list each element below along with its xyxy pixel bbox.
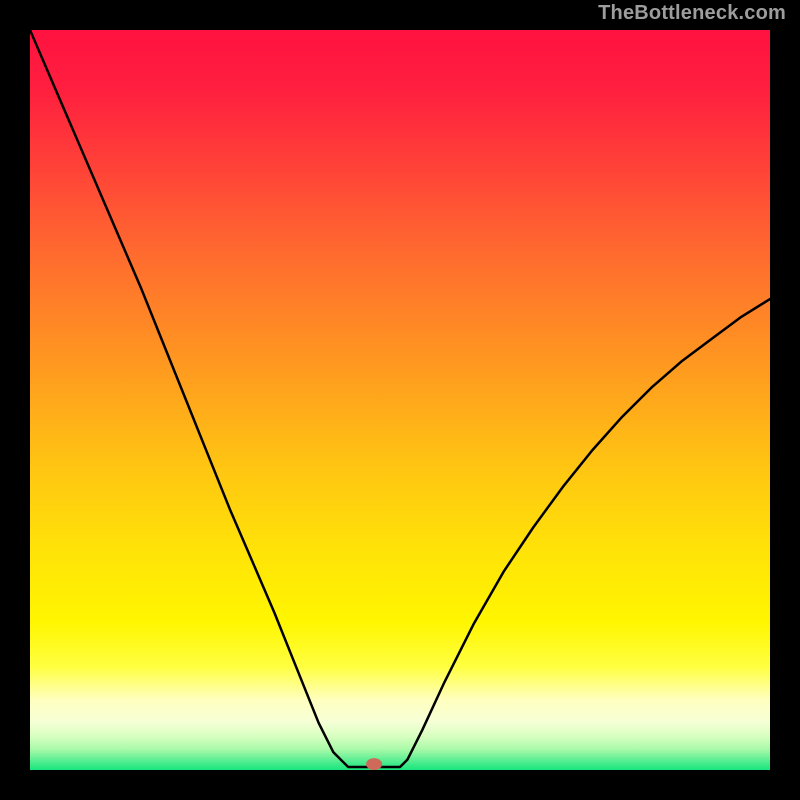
plot-area xyxy=(30,30,770,770)
plot-svg xyxy=(30,30,770,770)
gradient-background xyxy=(30,30,770,770)
chart-container: TheBottleneck.com xyxy=(0,0,800,800)
optimal-point-marker xyxy=(366,758,382,770)
watermark-text: TheBottleneck.com xyxy=(598,2,786,25)
